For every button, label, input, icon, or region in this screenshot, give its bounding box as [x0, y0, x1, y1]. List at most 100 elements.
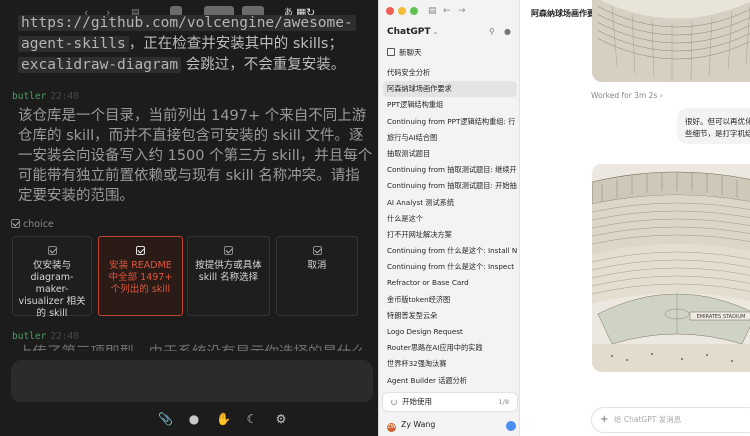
- moon-icon[interactable]: ☾: [245, 412, 259, 426]
- get-started-label: 开始使用: [402, 397, 432, 406]
- sidebar-history-item[interactable]: Continuing from 什么是这个: Inspect 1: [383, 259, 517, 275]
- choice-text: 安装 README 中全部 1497+ 个列出的 skill: [108, 260, 173, 295]
- stadium-sign-text: EMIRATES STADIUM: [697, 314, 746, 320]
- paperclip-icon[interactable]: 📎: [158, 412, 173, 426]
- url-code[interactable]: https://github.com/volcengine/awesome-: [18, 15, 356, 31]
- choice-text: 仅安装与 diagram-maker-visualizer 相关的 skill: [18, 260, 86, 319]
- sidebar-history-item[interactable]: 代码安全分析: [383, 65, 517, 81]
- terminal-window: ‹ › ▤ あ ▦ ↻ https://github.com/volcengin…: [0, 0, 378, 436]
- sidebar-history-item[interactable]: 旅行与AI结合图: [383, 130, 517, 146]
- chevron-down-icon: ⌄: [432, 28, 439, 36]
- composer-placeholder: 给 ChatGPT 发消息: [614, 415, 682, 424]
- back-icon[interactable]: ←: [443, 6, 451, 16]
- worked-for-text: Worked for 3m 2s: [591, 91, 658, 100]
- choice-text: 取消: [307, 260, 327, 271]
- sidebar-history-item[interactable]: 金币版token经济图: [383, 292, 517, 308]
- chevron-right-icon: ›: [659, 91, 663, 100]
- model-selector[interactable]: ChatGPT ⌄: [387, 27, 438, 37]
- sidebar-history-item[interactable]: 世界杯32强淘汰赛: [383, 356, 517, 372]
- chatgpt-sidebar: ▤ ← → ChatGPT ⌄ ⚲ ● 新聊天 代码安全分析 阿森纳球场画作要求 PP…: [378, 0, 520, 436]
- message-line: https://github.com/volcengine/awesome-: [18, 13, 356, 33]
- sidebar-history-item[interactable]: Agent Builder 话题分析: [383, 373, 517, 389]
- worked-for-label[interactable]: Worked for 3m 2s ›: [591, 91, 663, 100]
- message-text: 会跳过，不会重复安装。: [181, 57, 346, 73]
- generated-image[interactable]: [592, 0, 750, 82]
- user-profile[interactable]: ZW Zy Wang: [387, 420, 435, 432]
- stadium-sketch-image: EMIRATES STADIUM: [592, 164, 750, 372]
- choice-text: 按提供方或具体 skill 名称选择: [195, 260, 262, 283]
- new-chat-button[interactable]: 新聊天: [387, 47, 422, 58]
- checkbox-icon: [136, 246, 145, 255]
- message-text: 该仓库是一个目录，当前列出 1497+ 个来自不同上游: [18, 108, 367, 124]
- progress-icon: [391, 399, 397, 405]
- sidebar-history-item[interactable]: Continuing from 抽取测试题目: 继续开: [383, 162, 517, 178]
- new-chat-label: 新聊天: [399, 48, 422, 57]
- generated-image[interactable]: EMIRATES STADIUM: [592, 164, 750, 372]
- sidebar-history-item[interactable]: Logo Design Request: [383, 324, 517, 340]
- user-message-text: 些细节，是打字机结: [685, 129, 750, 138]
- sidebar-history-item[interactable]: Continuing from PPT逻辑结构重组: 行: [383, 114, 517, 130]
- message-text: 可能带有独立前置依赖或与现有 skill 名称冲突。请指: [18, 168, 360, 184]
- message-line: excalidraw-diagram 会跳过，不会重复安装。: [18, 55, 345, 75]
- choice-card-selected[interactable]: 安装 README 中全部 1497+ 个列出的 skill: [98, 236, 183, 316]
- sidebar-history-item[interactable]: Refractor or Base Card: [383, 275, 517, 291]
- app-name: ChatGPT: [387, 27, 431, 37]
- choice-label: choice: [23, 219, 54, 230]
- sidebar-history-item[interactable]: PPT逻辑结构重组: [383, 97, 517, 113]
- bell-icon[interactable]: ●: [504, 27, 511, 36]
- message-time: 22:40: [50, 91, 79, 102]
- sidebar-history-item[interactable]: 阿森纳球场画作要求: [383, 81, 517, 98]
- get-started-card[interactable]: 开始使用 1/8: [383, 393, 517, 411]
- choice-card[interactable]: 按提供方或具体 skill 名称选择: [187, 236, 270, 316]
- message-text: 定要安装的范围。: [18, 188, 134, 204]
- stadium-sketch-image: [592, 0, 750, 82]
- microphone-icon[interactable]: ●: [187, 412, 201, 426]
- sidebar-history-item[interactable]: 抽取测试题目: [383, 146, 517, 162]
- message-author: butler 22:40: [12, 91, 79, 102]
- checkbox-icon: [47, 246, 57, 255]
- sidebar-history-item[interactable]: AI Analyst 测试系统: [383, 195, 517, 211]
- user-message-bubble: 很好。但可以再优化 些细节，是打字机结: [677, 108, 750, 144]
- message-text: ，正在检查并安装其中的 skills；: [128, 36, 343, 52]
- repo-code: agent-skills: [18, 36, 129, 52]
- message-text: 仓库的 skill，而并不直接包含可安装的 skill 文件。逐: [18, 128, 364, 144]
- sidebar-history-item[interactable]: 什么是这个: [383, 211, 517, 227]
- sidebar-history-item[interactable]: Router思路在AI应用中的实践: [383, 340, 517, 356]
- forward-icon[interactable]: →: [458, 6, 466, 16]
- choice-header: choice: [11, 219, 54, 230]
- user-name: Zy Wang: [401, 420, 436, 429]
- chat-history-list: 代码安全分析 阿森纳球场画作要求 PPT逻辑结构重组 Continuing from …: [383, 65, 517, 389]
- minimize-window-icon[interactable]: [398, 7, 406, 15]
- sidebar-history-item[interactable]: 打不开网址解决方案: [383, 227, 517, 243]
- avatar: ZW: [387, 423, 396, 432]
- message-text: 一安装会向设备写入约 1500 个第三方 skill，并且每个: [18, 148, 373, 164]
- message-line: agent-skills ，正在检查并安装其中的 skills；: [18, 34, 343, 54]
- assistant-message: 该仓库是一个目录，当前列出 1497+ 个来自不同上游 仓库的 skill，而并…: [18, 106, 373, 206]
- plus-icon[interactable]: +: [600, 408, 608, 432]
- skill-code: excalidraw-diagram: [18, 57, 182, 73]
- choice-card[interactable]: 取消: [276, 236, 358, 316]
- sidebar-history-item[interactable]: 特朗普发型云朵: [383, 308, 517, 324]
- chat-composer[interactable]: + 给 ChatGPT 发消息: [591, 407, 750, 433]
- sidebar-history-item[interactable]: Continuing from 什么是这个: Install N: [383, 243, 517, 259]
- author-name: butler: [12, 91, 47, 102]
- user-message-text: 很好。但可以再优化: [685, 117, 750, 126]
- message-time: 22:40: [50, 331, 79, 342]
- close-window-icon[interactable]: [386, 7, 394, 15]
- compose-icon: [387, 48, 395, 56]
- author-name: butler: [12, 331, 47, 342]
- message-input[interactable]: [11, 360, 373, 402]
- zoom-window-icon[interactable]: [410, 7, 418, 15]
- hand-icon[interactable]: ✋: [216, 412, 231, 426]
- search-icon[interactable]: ⚲: [489, 27, 495, 36]
- checkbox-icon: [11, 219, 20, 228]
- status-badge: [506, 421, 516, 431]
- message-author: butler 22:40: [12, 331, 79, 342]
- progress-count: 1/8: [498, 398, 509, 406]
- sidebar-history-item[interactable]: Continuing from 抽取测试题目: 开始抽: [383, 178, 517, 194]
- sidebar-toggle-icon[interactable]: ▤: [428, 6, 437, 16]
- choice-card[interactable]: 仅安装与 diagram-maker-visualizer 相关的 skill: [12, 236, 92, 319]
- gear-icon[interactable]: ⚙: [274, 412, 288, 426]
- chat-main: 阿森纳球场画作要求··· Worked for 3m 2s › 很好。但可以再优…: [520, 0, 750, 436]
- checkbox-icon: [224, 246, 233, 255]
